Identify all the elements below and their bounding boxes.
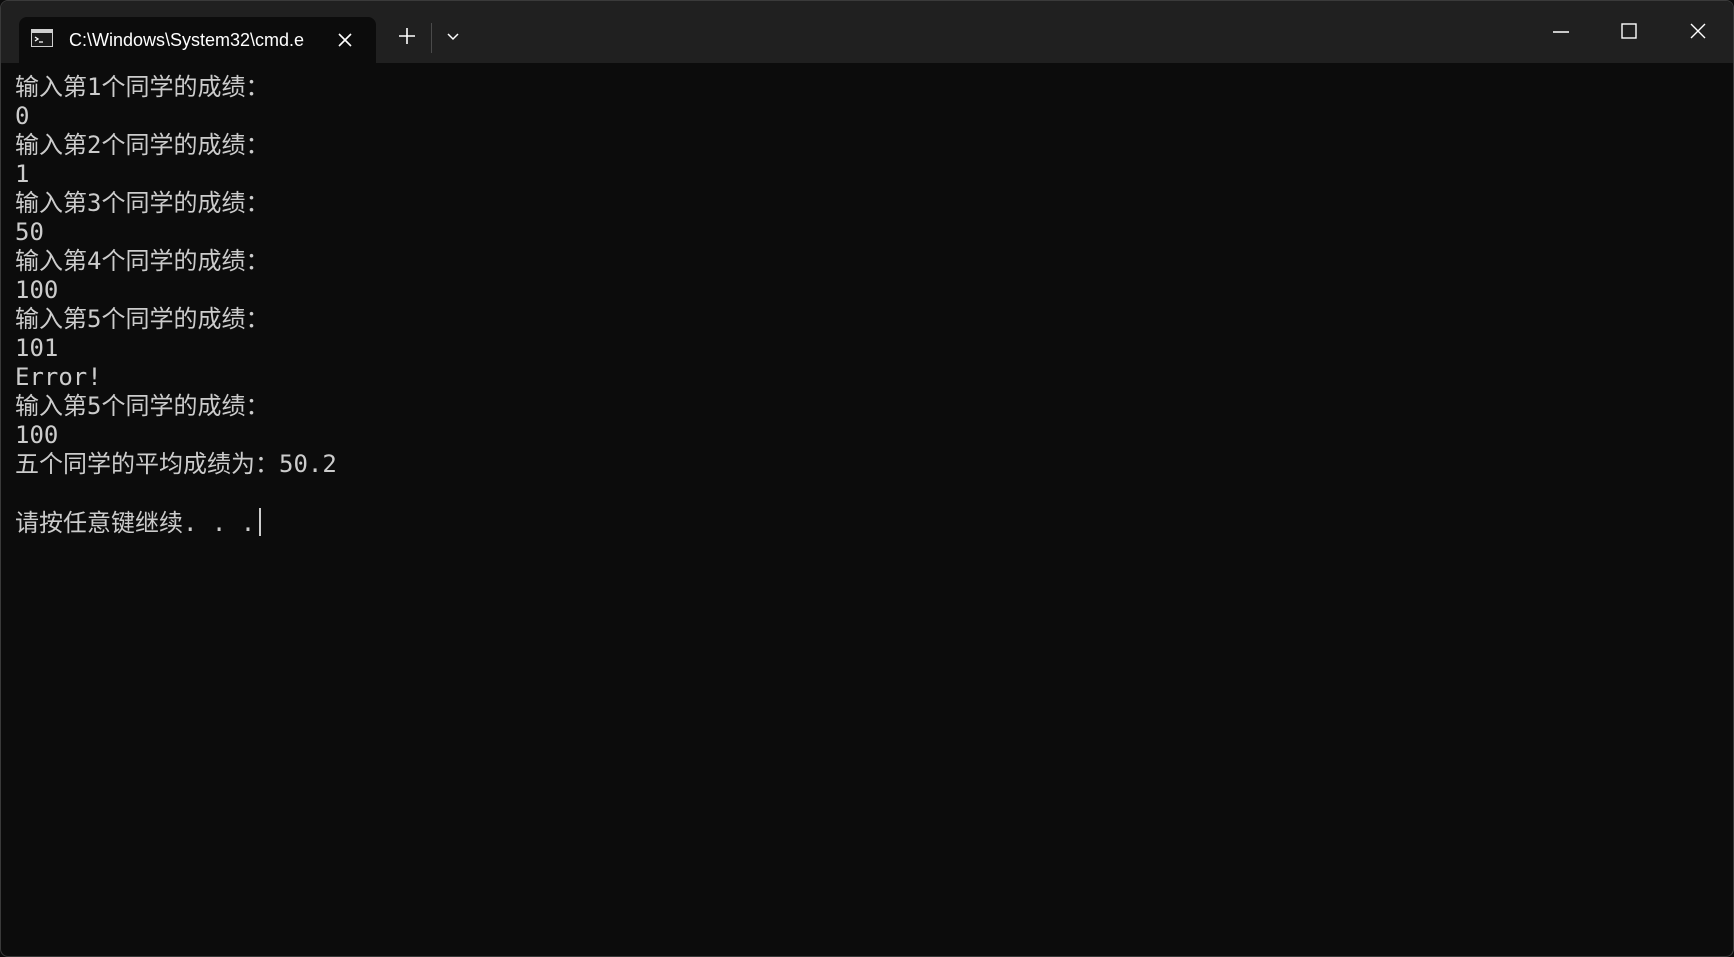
terminal-icon bbox=[31, 29, 53, 47]
chevron-down-icon[interactable] bbox=[441, 24, 465, 48]
console-line: 输入第5个同学的成绩： bbox=[15, 305, 270, 333]
console-line: 输入第2个同学的成绩： bbox=[15, 131, 270, 159]
terminal-window: C:\Windows\System32\cmd.e 输入第1个同学的成绩： 0 … bbox=[0, 0, 1734, 957]
console-line: 输入第1个同学的成绩： bbox=[15, 73, 270, 101]
console-line: 输入第4个同学的成绩： bbox=[15, 247, 270, 275]
console-line: 101 bbox=[15, 334, 59, 362]
console-line: 100 bbox=[15, 421, 59, 449]
maximize-icon bbox=[1621, 23, 1637, 39]
console-line: 输入第3个同学的成绩： bbox=[15, 189, 270, 217]
close-icon[interactable] bbox=[333, 28, 357, 52]
plus-icon[interactable] bbox=[395, 24, 419, 48]
console-line: Error! bbox=[15, 363, 102, 391]
console-line: 五个同学的平均成绩为：50.2 bbox=[15, 450, 337, 478]
title-bar[interactable]: C:\Windows\System32\cmd.e bbox=[1, 1, 1733, 63]
tab-cmd[interactable]: C:\Windows\System32\cmd.e bbox=[19, 17, 376, 63]
console-output[interactable]: 输入第1个同学的成绩： 0 输入第2个同学的成绩： 1 输入第3个同学的成绩： … bbox=[15, 73, 1715, 943]
close-icon bbox=[1690, 23, 1706, 39]
console-line: 50 bbox=[15, 218, 44, 246]
console-line: 100 bbox=[15, 276, 59, 304]
console-line: 0 bbox=[15, 102, 30, 130]
console-prompt-text: 请按任意键继续. . . bbox=[15, 509, 256, 537]
close-button[interactable] bbox=[1664, 1, 1732, 63]
tab-separator bbox=[431, 23, 432, 53]
maximize-button[interactable] bbox=[1595, 1, 1663, 63]
console-line: 输入第5个同学的成绩： bbox=[15, 392, 270, 420]
tab-title: C:\Windows\System32\cmd.e bbox=[69, 30, 305, 50]
console-prompt-line: 请按任意键继续. . . bbox=[15, 508, 1715, 537]
minimize-icon bbox=[1553, 31, 1569, 33]
console-line: 1 bbox=[15, 160, 30, 188]
minimize-button[interactable] bbox=[1527, 1, 1595, 63]
text-cursor bbox=[259, 508, 262, 536]
